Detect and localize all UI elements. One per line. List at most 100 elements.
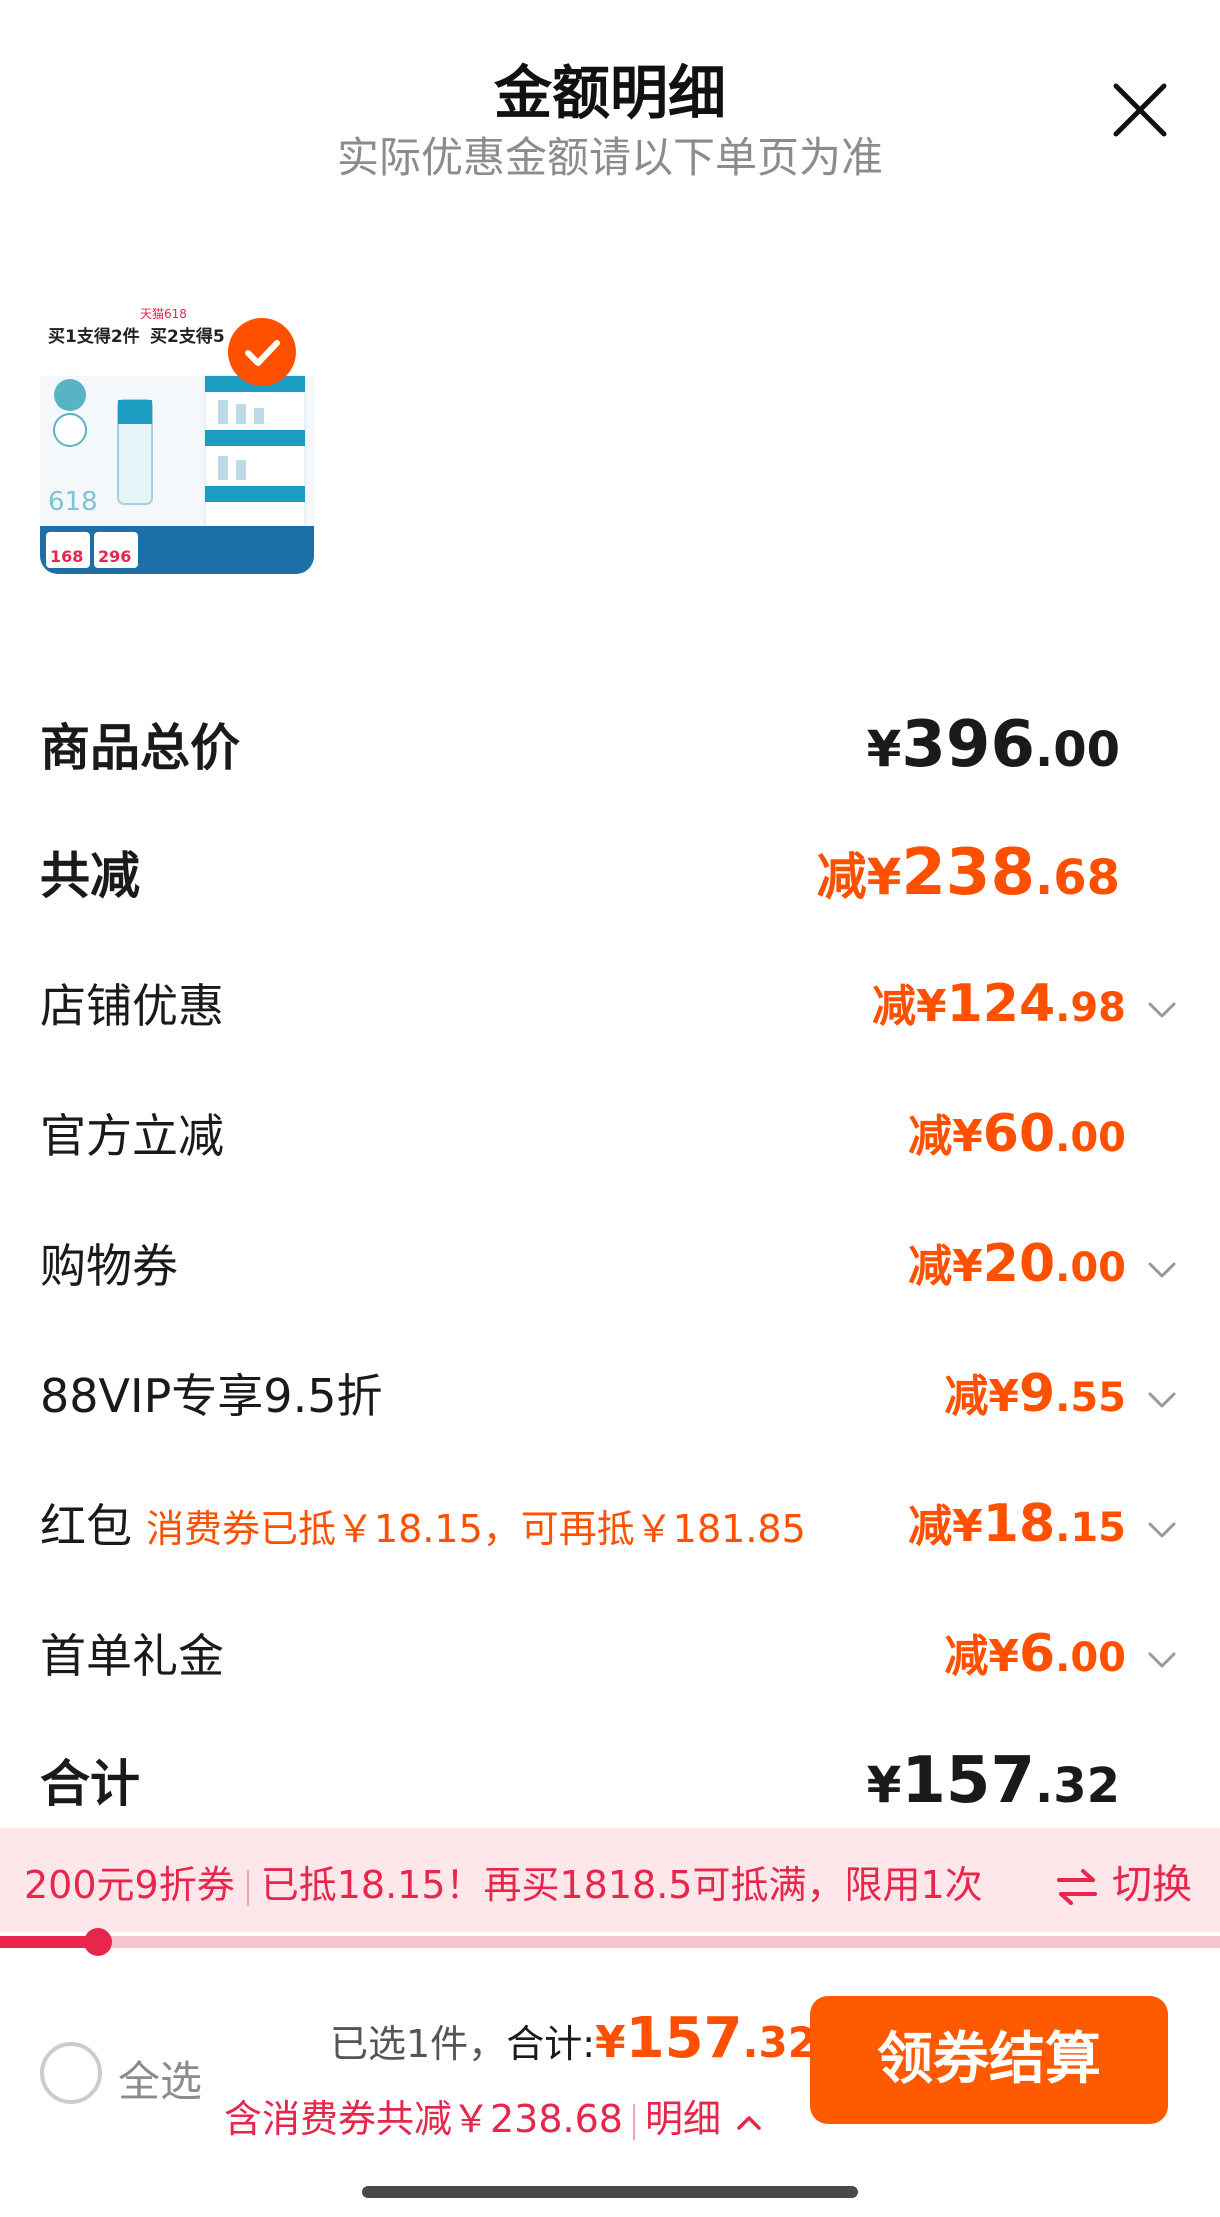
amount-integer: 396 — [901, 708, 1035, 782]
row-store-discount[interactable]: 店铺优惠 减¥124.98 — [40, 970, 1180, 1060]
amount-integer: 6 — [1018, 1624, 1056, 1684]
row-label-text: 红包 — [40, 1499, 132, 1553]
checkout-footer: 全选 已选1件，合计:¥157.32 含消费券共减￥238.68 明细 领券结算 — [0, 1960, 1220, 2217]
row-amount: 减¥60.00 — [908, 1100, 1126, 1164]
coupon-name: 200元9折券 — [24, 1863, 235, 1907]
swap-icon — [1057, 1869, 1098, 1905]
row-label: 88VIP专享9.5折 — [40, 1369, 383, 1423]
total-label: 合计: — [506, 2022, 595, 2066]
amount-decimal: .00 — [1055, 1115, 1126, 1161]
yen-symbol: ¥ — [866, 848, 902, 906]
row-total-discount: 共减 减¥238.68 — [40, 836, 1180, 926]
row-first-order-gift[interactable]: 首单礼金 减¥6.00 — [40, 1620, 1180, 1710]
chevron-down-icon[interactable] — [1144, 992, 1180, 1028]
discount-summary: 含消费券共减￥238.68 明细 — [224, 2088, 765, 2143]
amount-prefix: 减 — [944, 1371, 989, 1422]
amount-prefix: 减 — [908, 1241, 953, 1292]
coupon-progress-knob — [84, 1928, 112, 1956]
yen-symbol: ¥ — [866, 720, 902, 778]
coupon-progress-fill — [0, 1936, 96, 1948]
row-subtotal: 商品总价 ¥396.00 — [40, 708, 1180, 798]
amount-integer: 60 — [982, 1104, 1056, 1164]
thumb-text-1: 买1支得2件 — [48, 326, 140, 347]
amount-decimal: .15 — [1055, 1505, 1126, 1551]
row-vip-discount[interactable]: 88VIP专享9.5折 减¥9.55 — [40, 1360, 1180, 1450]
row-label: 红包 消费券已抵￥18.15，可再抵￥181.85 — [40, 1490, 806, 1556]
row-label: 官方立减 — [40, 1109, 224, 1163]
row-label: 购物券 — [40, 1239, 178, 1293]
modal-header: 金额明细 实际优惠金额请以下单页为准 — [0, 0, 1220, 200]
yen-symbol: ¥ — [952, 1241, 983, 1292]
row-label: 店铺优惠 — [40, 979, 224, 1033]
amount-decimal: .00 — [1055, 1635, 1126, 1681]
chevron-down-icon[interactable] — [1144, 1252, 1180, 1288]
row-red-packet[interactable]: 红包 消费券已抵￥18.15，可再抵￥181.85 减¥18.15 — [40, 1490, 1180, 1580]
detail-label: 明细 — [644, 2097, 721, 2141]
home-indicator[interactable] — [362, 2186, 858, 2198]
amount-integer: 238 — [901, 836, 1035, 910]
promo-message: 已抵18.15！再买1818.5可抵满，限用1次 — [260, 1863, 983, 1907]
coupon-promo-banner: 200元9折券 已抵18.15！再买1818.5可抵满，限用1次 切换 — [0, 1828, 1220, 1932]
svg-text:618: 618 — [48, 487, 98, 517]
switch-label: 切换 — [1112, 1862, 1192, 1908]
row-amount: ¥396.00 — [867, 708, 1120, 782]
row-label: 商品总价 — [40, 719, 240, 777]
divider — [246, 1869, 249, 1906]
close-icon[interactable] — [1108, 78, 1172, 142]
amount-integer: 20 — [982, 1234, 1056, 1294]
amount-prefix: 减 — [944, 1631, 989, 1682]
selected-check-icon[interactable] — [228, 318, 296, 386]
amount-integer: 9 — [1018, 1364, 1056, 1424]
amount-integer: 157 — [901, 1744, 1035, 1818]
divider — [632, 2103, 635, 2140]
thumb-price-2: 296 — [98, 547, 131, 566]
select-all-label[interactable]: 全选 — [118, 2048, 202, 2109]
coupon-progress-track — [0, 1936, 1220, 1948]
row-amount: 减¥124.98 — [872, 970, 1126, 1034]
thumb-text-2: 买2支得5 — [150, 326, 225, 347]
amount-prefix: 减 — [816, 848, 867, 906]
chevron-down-icon[interactable] — [1144, 1642, 1180, 1678]
selected-count: 已选1件， — [330, 2022, 507, 2066]
amount-decimal: .00 — [1034, 722, 1120, 778]
discount-text: 含消费券共减￥238.68 — [224, 2097, 623, 2141]
yen-symbol: ¥ — [988, 1371, 1019, 1422]
row-grand-total: 合计 ¥157.32 — [40, 1744, 1180, 1834]
yen-symbol: ¥ — [595, 2017, 626, 2068]
row-official-discount: 官方立减 减¥60.00 — [40, 1100, 1180, 1190]
promo-text: 200元9折券 已抵18.15！再买1818.5可抵满，限用1次 — [24, 1854, 983, 1909]
checkout-button[interactable]: 领券结算 — [810, 1996, 1168, 2124]
chevron-down-icon[interactable] — [1144, 1512, 1180, 1548]
row-amount: ¥157.32 — [867, 1744, 1120, 1818]
thumb-text-3: 天猫618 — [140, 307, 187, 321]
amount-prefix: 减 — [908, 1111, 953, 1162]
yen-symbol: ¥ — [915, 981, 947, 1032]
amount-decimal: .55 — [1055, 1375, 1126, 1421]
row-label: 合计 — [40, 1755, 140, 1813]
total-decimal: .32 — [742, 2018, 817, 2067]
row-label: 共减 — [40, 847, 140, 905]
detail-toggle[interactable]: 明细 — [645, 2097, 765, 2141]
row-amount: 减¥20.00 — [908, 1230, 1126, 1294]
row-shopping-coupon[interactable]: 购物券 减¥20.00 — [40, 1230, 1180, 1320]
amount-integer: 124 — [946, 974, 1056, 1034]
amount-decimal: .98 — [1055, 985, 1126, 1031]
total-integer: 157 — [625, 2006, 743, 2071]
row-amount: 减¥18.15 — [908, 1490, 1126, 1554]
yen-symbol: ¥ — [952, 1111, 983, 1162]
select-all-radio[interactable] — [40, 2042, 102, 2104]
row-amount: 减¥9.55 — [944, 1360, 1126, 1424]
amount-decimal: .00 — [1055, 1245, 1126, 1291]
thumb-price-1: 168 — [50, 547, 83, 566]
amount-decimal: .32 — [1034, 1758, 1120, 1814]
amount-decimal: .68 — [1034, 850, 1120, 906]
page-subtitle: 实际优惠金额请以下单页为准 — [336, 133, 883, 182]
chevron-down-icon[interactable] — [1144, 1382, 1180, 1418]
switch-coupon-button[interactable]: 切换 — [1055, 1852, 1192, 1910]
yen-symbol: ¥ — [952, 1501, 983, 1552]
page-title: 金额明细 — [493, 59, 726, 127]
order-summary: 已选1件，合计:¥157.32 — [330, 2006, 817, 2071]
yen-symbol: ¥ — [866, 1756, 902, 1814]
chevron-up-icon — [737, 2115, 761, 2130]
red-packet-note: 消费券已抵￥18.15，可再抵￥181.85 — [146, 1507, 806, 1551]
